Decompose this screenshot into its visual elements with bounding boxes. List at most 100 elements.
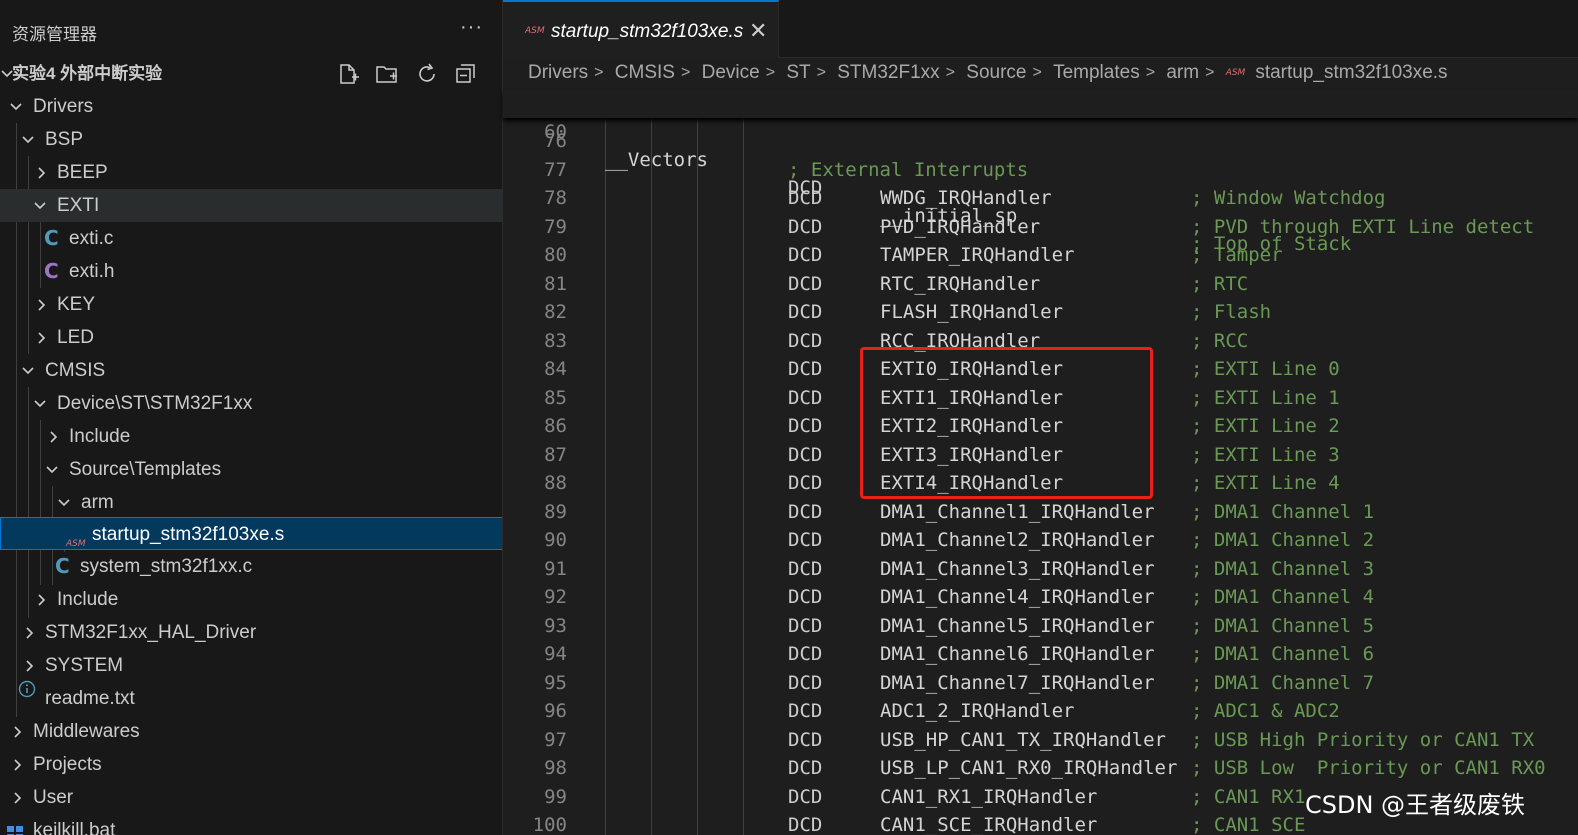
code-directive: DCD <box>788 215 823 238</box>
tree-folder-device[interactable]: Device\ST\STM32F1xx <box>0 387 502 420</box>
line-number: 93 <box>544 614 567 637</box>
tree-folder-cmsis[interactable]: CMSIS <box>0 354 502 387</box>
code-line[interactable]: 89 DCD DMA1_Channel1_IRQHandler ; DMA1 Chan… <box>503 498 1578 526</box>
code-line[interactable]: 98 DCD USB_LP_CAN1_RX0_IRQHandler ; USB Low… <box>503 754 1578 782</box>
code-line[interactable]: 90 DCD DMA1_Channel2_IRQHandler ; DMA1 Chan… <box>503 526 1578 554</box>
tree-folder-middlewares[interactable]: Middlewares <box>0 715 502 748</box>
tree-folder-arm[interactable]: arm <box>0 486 502 519</box>
close-icon[interactable]: ✕ <box>749 18 767 44</box>
code-line[interactable]: 95 DCD DMA1_Channel7_IRQHandler ; DMA1 Chan… <box>503 669 1578 697</box>
chevron-right-icon <box>11 748 27 781</box>
sticky-scroll-line[interactable]: 60 __Vectors DCD __initial_sp ; Top of S… <box>503 90 1578 255</box>
explorer-title: 资源管理器 <box>12 25 97 44</box>
tree-folder-projects[interactable]: Projects <box>0 748 502 781</box>
line-number: 95 <box>544 671 567 694</box>
editor-area: ASM startup_stm32f103xe.s ✕ Drivers > CMS… <box>503 0 1578 835</box>
code-directive: DCD <box>788 415 823 437</box>
code-comment: ; Window Watchdog <box>1191 187 1386 209</box>
chevron-down-icon <box>21 354 37 387</box>
watermark: CSDN @王者级废铁 <box>1305 791 1526 819</box>
chevron-right-icon: > <box>680 64 691 81</box>
tree-label: SYSTEM <box>45 655 124 676</box>
code-line[interactable]: 91 DCD DMA1_Channel3_IRQHandler ; DMA1 Chan… <box>503 555 1578 583</box>
tree-folder-drivers[interactable]: Drivers <box>0 90 502 123</box>
line-number: 85 <box>544 386 567 409</box>
code-symbol: CAN1_SCE_IRQHandler <box>880 814 1098 835</box>
breadcrumb: Drivers > CMSIS > Device > ST > STM32F1xx > S… <box>528 62 1448 88</box>
chevron-right-icon: > <box>945 64 955 81</box>
code-line[interactable]: 81 DCD RTC_IRQHandler; RTC <box>503 270 1578 298</box>
code-line[interactable]: 93 DCD DMA1_Channel5_IRQHandler ; DMA1 Chan… <box>503 612 1578 640</box>
tab-label: startup_stm32f103xe.s <box>551 21 744 42</box>
tree-folder-system[interactable]: SYSTEM <box>0 649 502 682</box>
tree-folder-key[interactable]: KEY <box>0 288 502 321</box>
line-number: 91 <box>544 557 567 580</box>
code-comment: ; DMA1 Channel 2 <box>1191 529 1375 551</box>
line-number: 88 <box>544 472 567 494</box>
tree-label: CMSIS <box>45 360 106 381</box>
line-number: 96 <box>544 700 567 722</box>
breadcrumb-item[interactable]: CMSIS <box>615 62 675 84</box>
tree-file-keilkill[interactable]: keilkill.bat <box>0 814 502 835</box>
refresh-icon[interactable] <box>415 62 441 88</box>
tree-file-readme[interactable]: readme.txt <box>0 680 502 715</box>
code-line[interactable]: 96 DCD ADC1_2_IRQHandler ; ADC1 & ADC2 <box>503 697 1578 725</box>
tree-label: exti.c <box>69 228 114 249</box>
tree-label: arm <box>81 492 114 513</box>
tree-folder-include-2[interactable]: Include <box>0 583 502 616</box>
code-directive: DCD <box>788 643 823 665</box>
code-line[interactable]: 94 DCD DMA1_Channel6_IRQHandler ; DMA1 Chan… <box>503 640 1578 668</box>
chevron-right-icon <box>47 420 63 453</box>
code-line[interactable]: 82 DCD FLASH_IRQHandler ; Flash <box>503 298 1578 326</box>
tree-file-exti-h[interactable]: C exti.h <box>0 255 502 288</box>
breadcrumb-item[interactable]: STM32F1xx <box>837 62 939 84</box>
tree-folder-hal-driver[interactable]: STM32F1xx_HAL_Driver <box>0 616 502 649</box>
root-actions <box>327 62 480 88</box>
tab-startup-s[interactable]: ASM startup_stm32f103xe.s ✕ <box>503 0 779 58</box>
line-number: 92 <box>544 586 567 608</box>
tree-folder-user[interactable]: User <box>0 781 502 814</box>
breadcrumb-item[interactable]: Device <box>702 62 760 84</box>
breadcrumb-item[interactable]: Drivers <box>528 62 588 84</box>
tree-folder-include[interactable]: Include <box>0 420 502 453</box>
tree-folder-source-templates[interactable]: Source\Templates <box>0 453 502 486</box>
tree-folder-exti[interactable]: EXTI <box>0 189 502 222</box>
code-comment: ; RTC <box>1191 272 1249 295</box>
chevron-down-icon <box>9 90 25 123</box>
code-line[interactable]: 79 DCD PVD_IRQHandler; PVD through EXTI Li… <box>503 213 1578 241</box>
code-symbol: CAN1_RX1_IRQHandler <box>880 785 1098 808</box>
collapse-all-icon[interactable] <box>454 62 480 88</box>
code-line[interactable]: 80 DCD TAMPER_IRQHandler; Tamper <box>503 241 1578 269</box>
line-number: 84 <box>544 358 567 380</box>
tree-folder-bsp[interactable]: BSP <box>0 123 502 156</box>
breadcrumb-item[interactable]: Source <box>966 62 1026 84</box>
tree-label: STM32F1xx_HAL_Driver <box>45 622 257 643</box>
code-comment: ; External Interrupts <box>788 158 1029 181</box>
code-line[interactable]: 78 DCD WWDG_IRQHandler; Window Watchdog <box>503 184 1578 212</box>
tree-folder-led[interactable]: LED <box>0 321 502 354</box>
chevron-down-icon <box>57 486 73 519</box>
chevron-right-icon: > <box>765 64 776 81</box>
code-comment: ; CAN1 RX1 <box>1191 785 1306 808</box>
tree-folder-beep[interactable]: BEEP <box>0 156 502 189</box>
tree-file-startup-s[interactable]: ASM startup_stm32f103xe.s <box>0 517 502 550</box>
breadcrumb-file[interactable]: startup_stm32f103xe.s <box>1255 62 1447 84</box>
explorer-sidebar: 资源管理器 ··· 实验4 外部中断实验 Drivers BSP BEEP EX… <box>0 0 503 835</box>
tree-file-system-c[interactable]: C system_stm32f1xx.c <box>0 550 502 583</box>
tree-file-exti-c[interactable]: C exti.c <box>0 222 502 255</box>
code-line[interactable]: 97 DCD USB_HP_CAN1_TX_IRQHandler ; USB High… <box>503 726 1578 754</box>
new-folder-icon[interactable] <box>375 62 401 88</box>
code-comment: ; Flash <box>1191 301 1272 323</box>
chevron-right-icon <box>35 156 51 189</box>
code-line[interactable]: 92 DCD DMA1_Channel4_IRQHandler ; DMA1 Chan… <box>503 583 1578 611</box>
breadcrumb-item[interactable]: arm <box>1166 62 1199 84</box>
c-file-icon: C <box>44 226 59 250</box>
breadcrumb-item[interactable]: Templates <box>1053 62 1140 84</box>
more-actions-icon[interactable]: ··· <box>460 16 483 39</box>
breadcrumb-item[interactable]: ST <box>786 62 810 84</box>
chevron-down-icon <box>33 387 49 420</box>
code-directive: DCD <box>788 586 823 608</box>
line-number: 87 <box>544 443 567 466</box>
chevron-right-icon: > <box>1145 64 1156 81</box>
new-file-icon[interactable] <box>336 62 362 88</box>
